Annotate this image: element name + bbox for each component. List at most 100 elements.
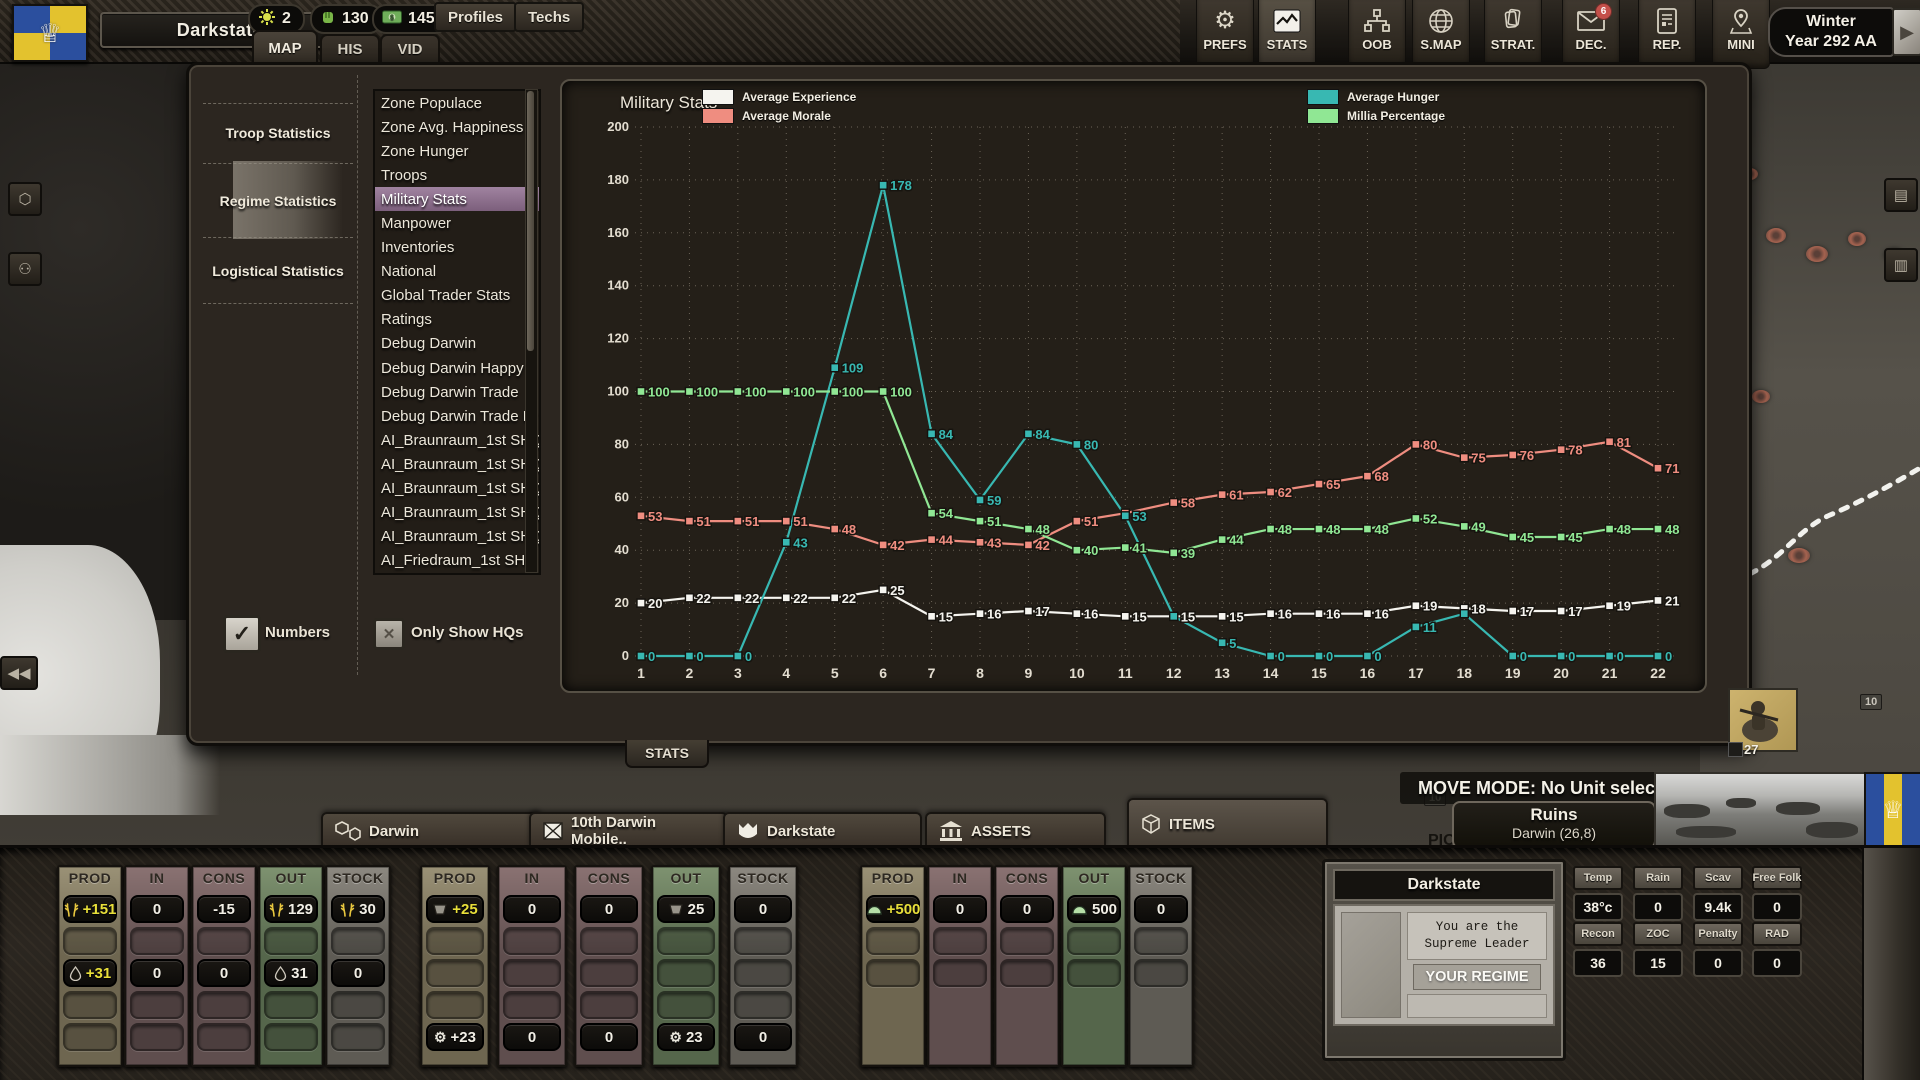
stats-list-item[interactable]: Troops (375, 163, 539, 187)
svg-text:0: 0 (1520, 649, 1527, 664)
left-toolbar-button-2[interactable]: ⚇ (8, 252, 42, 286)
nav-button-rep[interactable]: REP. (1638, 0, 1696, 69)
stats-list-item[interactable]: Manpower (375, 211, 539, 235)
hex-label: 10 (1860, 694, 1883, 710)
svg-text:5: 5 (831, 665, 839, 681)
nav-button-prefs[interactable]: ⚙ PREFS (1196, 0, 1254, 69)
column-header: PROD (433, 870, 477, 886)
svg-text:0: 0 (648, 649, 655, 664)
stats-list-item[interactable]: Ratings (375, 308, 539, 332)
stats-list-item[interactable]: Debug Darwin Trade Pr (375, 404, 539, 428)
stats-list-item[interactable]: AI_Braunraum_1st SHQ (375, 452, 539, 476)
nav-button-label: STRAT. (1490, 37, 1536, 52)
right-toolbar-button-1[interactable]: ▤ (1884, 178, 1918, 212)
svg-text:51: 51 (696, 514, 710, 529)
play-icon: ▶ (1900, 21, 1914, 42)
bottom-tab-label: Darkstate (767, 822, 836, 840)
regime-flag[interactable]: ♕ (12, 4, 88, 62)
chart-panel: 0 20 40 60 80 100 120 140 160 180 200 1 2 3 4 5 6 7 8 9 10 11… (560, 79, 1707, 693)
empty-slot (197, 927, 251, 955)
svg-text:11: 11 (1118, 665, 1133, 681)
your-regime-button[interactable]: YOUR REGIME (1413, 964, 1541, 990)
resource-cell: 0 (734, 1023, 792, 1051)
svg-text:48: 48 (842, 522, 856, 537)
resource-cell: +25 (426, 895, 484, 923)
left-toolbar-button-1[interactable]: ⬡ (8, 182, 42, 216)
techs-button[interactable]: Techs (514, 2, 585, 32)
svg-text:80: 80 (1423, 437, 1437, 452)
scroll-left-button[interactable]: ◀◀ (0, 656, 38, 690)
nav-button-dec[interactable]: 6 DEC. (1562, 0, 1620, 69)
stats-list-item[interactable]: AI_Braunraum_1st SHQ (375, 501, 539, 525)
regime-panel-footer (1407, 994, 1547, 1018)
stats-list-item[interactable]: National (375, 260, 539, 284)
scrollbar-thumb[interactable] (527, 91, 534, 351)
hex-stat-rad: RAD 0 (1752, 922, 1802, 977)
stats-list-item[interactable]: AI_Braunraum_1st SHQ (375, 428, 539, 452)
stats-bottom-tab[interactable]: STATS (625, 740, 709, 768)
tab-map[interactable]: MAP (252, 30, 318, 64)
resource-value: 2 (282, 10, 291, 27)
stats-list-item[interactable]: Debug Darwin Happy (375, 356, 539, 380)
nav-button-strat[interactable]: STRAT. (1484, 0, 1542, 69)
chart-legend-right: Average Hunger Millia Percentage (1307, 89, 1445, 124)
stats-list-item[interactable]: Zone Hunger (375, 139, 539, 163)
stats-list-item[interactable]: Zone Populace (375, 91, 539, 115)
empty-slot (1134, 927, 1188, 955)
helmet-icon (1071, 903, 1088, 916)
empty-slot (933, 927, 987, 955)
stats-list-scrollbar[interactable] (525, 89, 538, 573)
bottom-tab-10th-darwin-mobile-[interactable]: 10th Darwin Mobile.. (529, 812, 728, 848)
rubble (1776, 802, 1820, 815)
tab-vid[interactable]: VID (380, 34, 440, 62)
resource-cell-value: +151 (82, 900, 117, 918)
svg-text:17: 17 (1568, 604, 1582, 619)
resource-cell-value: 25 (687, 900, 705, 918)
stats-list-item[interactable]: Debug Darwin (375, 332, 539, 356)
empty-slot (197, 991, 251, 1019)
category-logistical-statistics[interactable]: Logistical Statistics (203, 263, 353, 279)
nav-button-mini[interactable]: MINI (1712, 0, 1770, 69)
bottom-tab-darkstate[interactable]: Darkstate (723, 812, 922, 848)
stat-value: 9.4k (1693, 893, 1743, 921)
column-header: CONS (1005, 870, 1049, 886)
right-toolbar-button-2[interactable]: ▥ (1884, 248, 1918, 282)
stats-list-item[interactable]: Global Trader Stats (375, 284, 539, 308)
stats-list-item[interactable]: AI_Braunraum_1st SHQ (375, 477, 539, 501)
stats-list-item[interactable]: Zone Avg. Happiness (375, 115, 539, 139)
svg-text:100: 100 (745, 385, 767, 400)
numbers-checkbox[interactable]: ✓ (223, 615, 261, 653)
stats-list-item[interactable]: AI_Braunraum_1st SHQ (375, 525, 539, 549)
resource-column-cons: CONS 0 (994, 865, 1060, 1067)
stats-list-item[interactable]: Debug Darwin Trade (375, 380, 539, 404)
resource-cell-value: 0 (152, 900, 162, 918)
column-header: OUT (670, 870, 702, 886)
end-turn-button[interactable]: ▶ (1892, 8, 1920, 56)
svg-text:76: 76 (1520, 448, 1534, 463)
hex-stat-temp: Temp 38°c (1573, 866, 1623, 921)
stats-list-item[interactable]: AI_Friedraum_1st SHQ (375, 549, 539, 573)
nav-button-smap[interactable]: S.MAP (1412, 0, 1470, 69)
bottom-tab-label: ASSETS (971, 822, 1032, 840)
svg-text:0: 0 (696, 649, 703, 664)
empty-slot (503, 959, 561, 987)
nav-button-oob[interactable]: OOB (1348, 0, 1406, 69)
category-regime-statistics[interactable]: Regime Statistics (203, 193, 353, 209)
leader-message-line1: You are the (1435, 920, 1519, 935)
resource-cell: 0 (503, 895, 561, 923)
crater (1848, 232, 1866, 246)
bottom-tab-assets[interactable]: ASSETS (925, 812, 1106, 848)
svg-text:43: 43 (793, 535, 807, 550)
bottom-tab-items[interactable]: ITEMS (1127, 798, 1328, 848)
hex-stat-rain: Rain 0 (1633, 866, 1683, 921)
resource-cell: 25 (657, 895, 715, 923)
svg-text:15: 15 (1132, 609, 1146, 624)
only-show-hqs-checkbox[interactable]: ✕ (373, 618, 405, 650)
bottom-tab-darwin[interactable]: Darwin (321, 812, 542, 848)
stats-list-item[interactable]: Military Stats (375, 187, 539, 212)
stats-list-item[interactable]: Inventories (375, 236, 539, 260)
tab-his[interactable]: HIS (320, 34, 380, 62)
profiles-button[interactable]: Profiles (434, 2, 518, 32)
svg-text:84: 84 (1035, 427, 1050, 442)
category-troop-statistics[interactable]: Troop Statistics (203, 125, 353, 141)
